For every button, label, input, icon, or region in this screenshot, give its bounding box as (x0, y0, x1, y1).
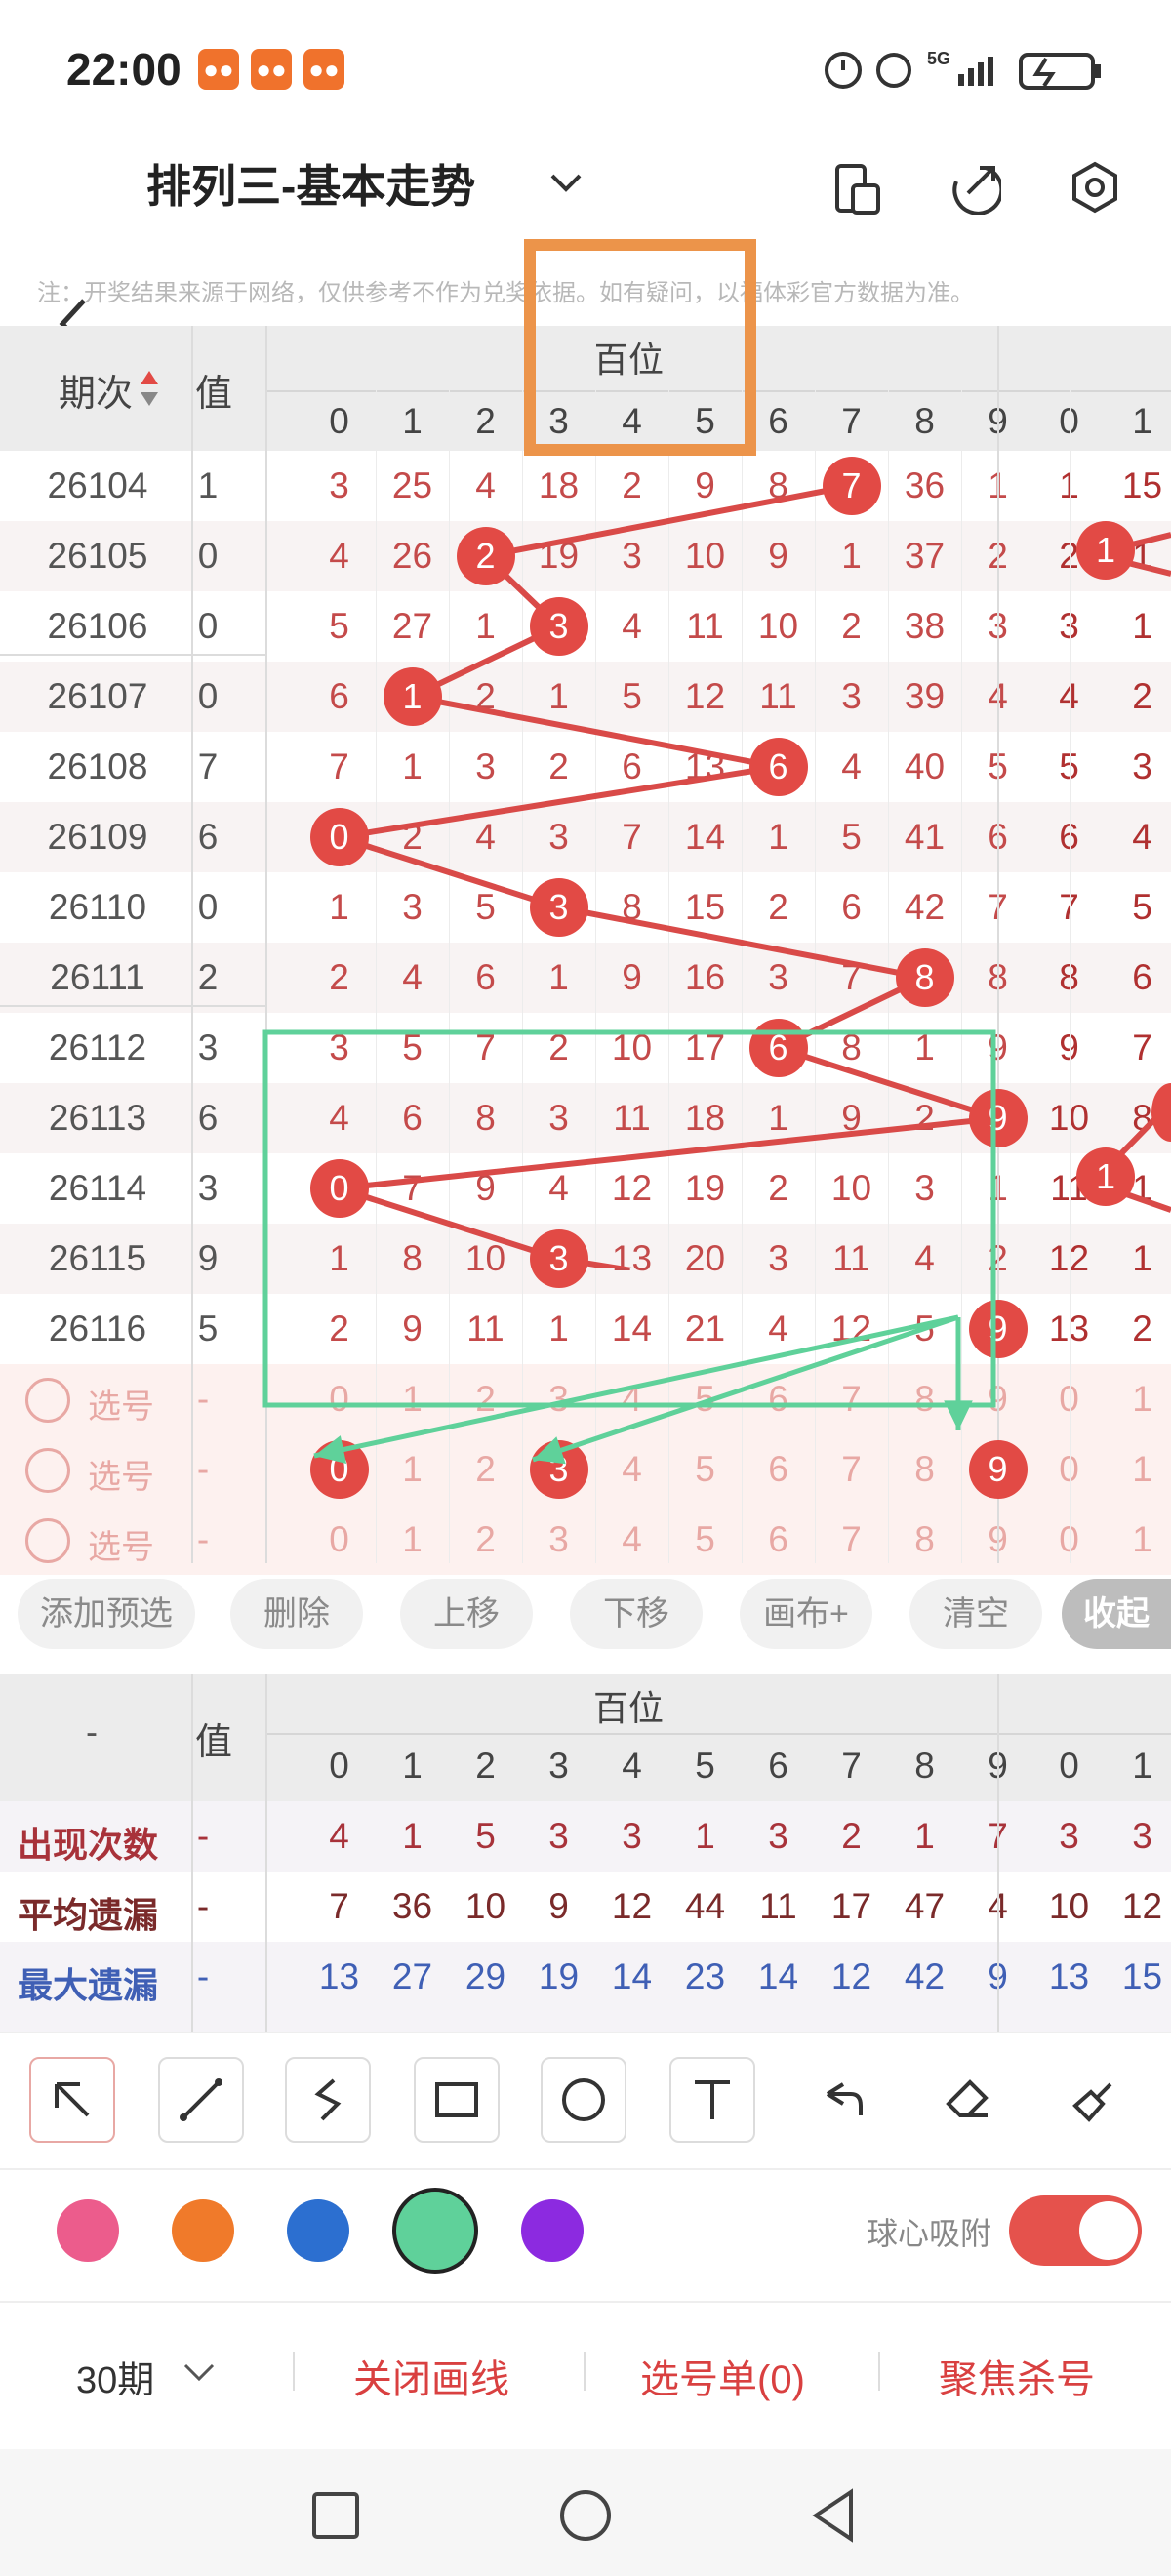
stats-digit-header: 6 (768, 1746, 788, 1786)
close-lines-button[interactable]: 关闭画线 (353, 2348, 509, 2404)
stats-cell: 47 (904, 1886, 946, 1926)
stats-cell: 27 (391, 1956, 433, 1996)
clear-brush-icon[interactable] (1052, 2057, 1138, 2143)
stats-digit-header: 2 (475, 1746, 496, 1786)
stats-digit-header: 5 (695, 1746, 715, 1786)
stats-cell: 3 (768, 1816, 788, 1856)
stats-cell: 11 (759, 1886, 797, 1926)
divider (878, 2352, 880, 2391)
stats-digit-header: 4 (622, 1746, 642, 1786)
text-tool-icon[interactable] (669, 2057, 755, 2143)
stats-cell: 7 (329, 1886, 349, 1926)
stats-cell: 17 (830, 1886, 872, 1926)
stats-cell: 3 (548, 1816, 569, 1856)
pick-list-button[interactable]: 选号单(0) (640, 2348, 805, 2404)
circle-tool-icon[interactable] (541, 2057, 626, 2143)
stats-row-value: - (196, 1816, 210, 1856)
bottom-bar: 30期 关闭画线 选号单(0) 聚焦杀号 (0, 2303, 1171, 2449)
nav-bar (0, 2449, 1171, 2576)
stats-next-digit-header: 1 (1132, 1746, 1152, 1786)
stats-digit-header: 8 (914, 1746, 935, 1786)
action-button[interactable]: 删除 (230, 1579, 363, 1649)
action-button[interactable]: 画布+ (740, 1579, 872, 1649)
stats-cell: 14 (611, 1956, 653, 1996)
snap-label: 球心吸附 (867, 2216, 992, 2251)
action-button[interactable]: 上移 (400, 1579, 533, 1649)
stats-group-label: 百位 (593, 1688, 665, 1728)
stats-row-label: 出现次数 (18, 1825, 159, 1865)
stats-digit-header: 0 (329, 1746, 349, 1786)
stats-row-cutoff (0, 2012, 1171, 2032)
stats-next-cell: 3 (1132, 1816, 1152, 1856)
stats-cell: 1 (914, 1816, 935, 1856)
stats-dash: - (86, 1711, 98, 1751)
stats-next-cell: 10 (1048, 1886, 1090, 1926)
stats-cell: 12 (830, 1956, 872, 1996)
stats-cell: 3 (622, 1816, 642, 1856)
snap-toggle[interactable] (1009, 2195, 1142, 2266)
stats-cell: 13 (318, 1956, 360, 1996)
stats-cell: 9 (548, 1886, 569, 1926)
stats-cell: 29 (464, 1956, 506, 1996)
stats-next-cell: 15 (1121, 1956, 1163, 1996)
stats-cell: 42 (904, 1956, 946, 1996)
stats-cell: 14 (757, 1956, 799, 1996)
divider (584, 2352, 586, 2391)
stats-cell: 10 (464, 1886, 506, 1926)
undo-icon[interactable] (798, 2057, 884, 2143)
stats-row-value: - (196, 1886, 210, 1926)
chevron-down-icon[interactable] (180, 2357, 219, 2387)
stats-cell: 12 (611, 1886, 653, 1926)
back-nav-icon[interactable] (808, 2488, 859, 2543)
stats-digit-header: 3 (548, 1746, 569, 1786)
divider (0, 2168, 1171, 2170)
stats-column-divider (191, 1674, 193, 2032)
divider (293, 2352, 295, 2391)
color-swatch[interactable] (287, 2199, 349, 2262)
stats-next-cell: 3 (1059, 1816, 1079, 1856)
action-button[interactable]: 下移 (570, 1579, 703, 1649)
stats-digit-header: 1 (402, 1746, 423, 1786)
recent-apps-icon[interactable] (310, 2490, 361, 2541)
stats-row-value: - (196, 1956, 210, 1996)
stats-cell: 1 (695, 1816, 715, 1856)
color-swatch[interactable] (57, 2199, 119, 2262)
arrow-tool-icon[interactable] (29, 2057, 115, 2143)
eraser-icon[interactable] (925, 2057, 1011, 2143)
stats-cell: 44 (684, 1886, 726, 1926)
focus-kill-button[interactable]: 聚焦杀号 (939, 2348, 1095, 2404)
stats-next-digit-header: 0 (1059, 1746, 1079, 1786)
stats-next-cell: 12 (1121, 1886, 1163, 1926)
line-tool-icon[interactable] (158, 2057, 244, 2143)
action-button[interactable]: 清空 (909, 1579, 1042, 1649)
rectangle-tool-icon[interactable] (414, 2057, 500, 2143)
stats-cell: 2 (841, 1816, 862, 1856)
toggle-knob (1079, 2201, 1138, 2260)
drawing-overlay[interactable] (0, 0, 1171, 1581)
stats-cell: 1 (402, 1816, 423, 1856)
color-swatch[interactable] (392, 2188, 478, 2274)
stats-cell: 19 (538, 1956, 580, 1996)
stats-column-divider (265, 1674, 267, 2032)
action-button[interactable]: 收起 (1062, 1579, 1171, 1649)
home-icon[interactable] (558, 2488, 613, 2543)
color-swatch[interactable] (521, 2199, 584, 2262)
app-root: 22:00 ●● ●● ●● 5G 排列三-基本走势 注：开奖结果来源于网络，仅… (0, 0, 1171, 2576)
stats-next-cell: 13 (1048, 1956, 1090, 1996)
stats-digit-header: 7 (841, 1746, 862, 1786)
stats-cell: 5 (475, 1816, 496, 1856)
stats-row-label: 最大遗漏 (18, 1965, 159, 2005)
period-select[interactable]: 30期 (76, 2350, 154, 2403)
action-button[interactable]: 添加预选 (18, 1579, 195, 1649)
stats-cell: 4 (329, 1816, 349, 1856)
stats-value-header: 值 (195, 1722, 233, 1763)
stats-cell: 23 (684, 1956, 726, 1996)
curve-tool-icon[interactable] (285, 2057, 371, 2143)
color-swatch[interactable] (172, 2199, 234, 2262)
stats-row-label: 平均遗漏 (18, 1895, 159, 1935)
stats-cell: 36 (391, 1886, 433, 1926)
stats-column-divider (997, 1674, 999, 2032)
